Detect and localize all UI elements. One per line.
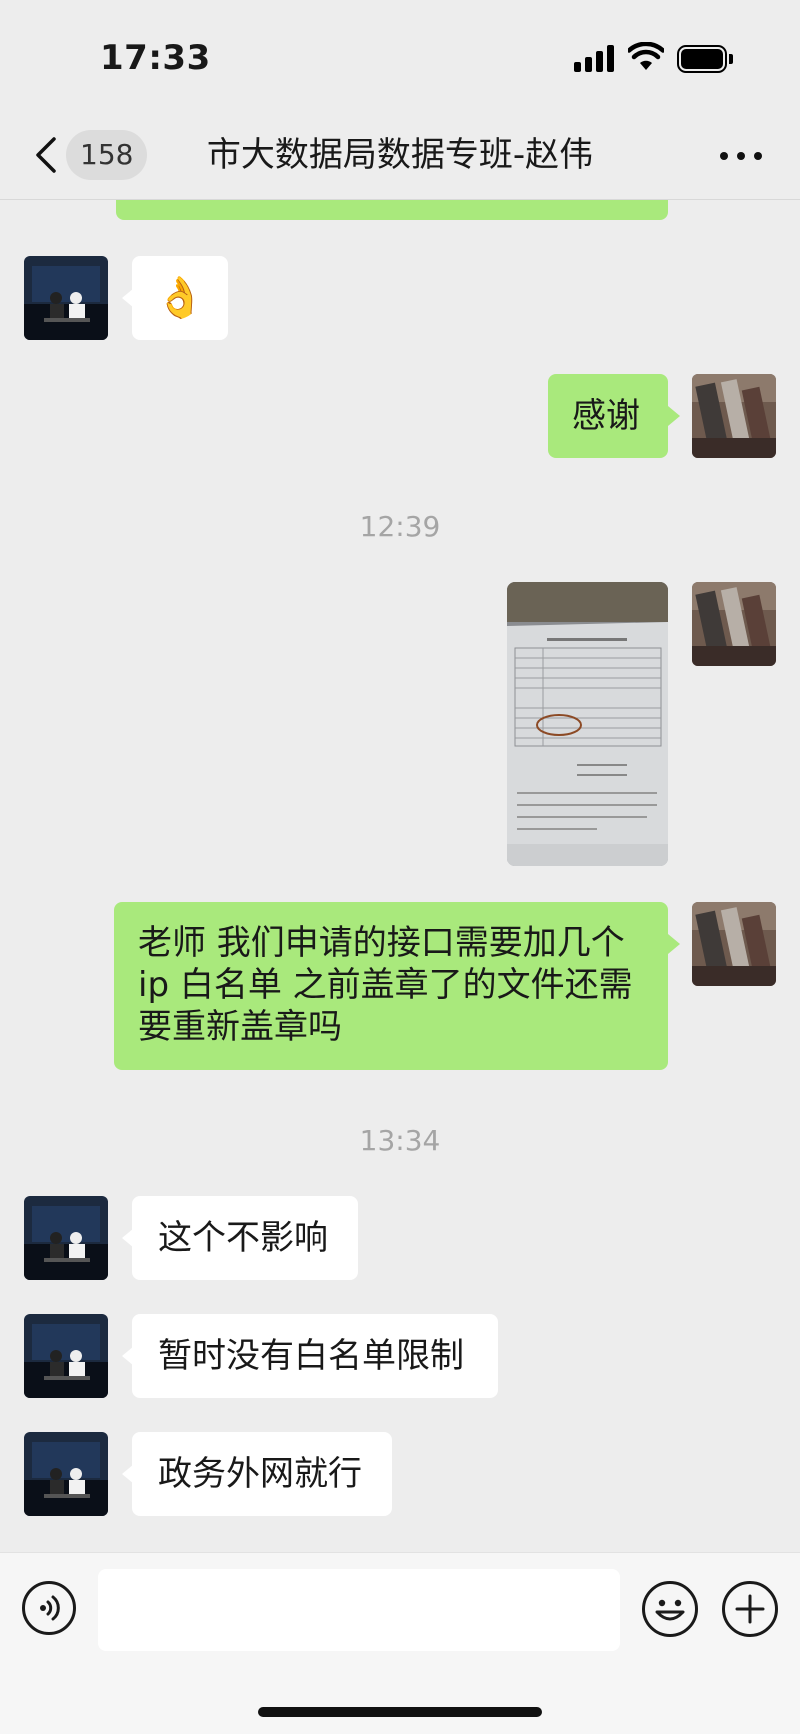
emoji-button[interactable]	[642, 1581, 698, 1637]
unread-count-badge[interactable]: 158	[66, 130, 148, 180]
plus-icon	[735, 1594, 765, 1624]
message-text: 政务外网就行	[158, 1454, 362, 1494]
status-bar: 17:33	[0, 0, 800, 110]
document-photo	[507, 582, 668, 866]
chat-message-list[interactable]: 👌 感谢 12:39 老师 我们申请的接口需要加几个ip 白名单 之前盖章了的文…	[0, 200, 800, 1552]
contact-avatar[interactable]	[24, 1196, 108, 1280]
contact-avatar[interactable]	[24, 1432, 108, 1516]
voice-input-button[interactable]	[22, 1581, 76, 1635]
status-time: 17:33	[100, 38, 211, 78]
more-options-icon[interactable]	[720, 152, 762, 162]
chat-header: 158 市大数据局数据专班-赵伟	[0, 110, 800, 200]
contact-avatar[interactable]	[24, 256, 108, 340]
message-text: 这个不影响	[158, 1218, 328, 1258]
message-bubble-outgoing[interactable]: 老师 我们申请的接口需要加几个ip 白名单 之前盖章了的文件还需要重新盖章吗	[114, 902, 668, 1070]
message-bubble-outgoing[interactable]: 感谢	[548, 374, 668, 458]
message-input[interactable]	[98, 1569, 620, 1651]
timestamp: 13:34	[359, 1124, 441, 1157]
message-bubble-partial[interactable]	[116, 200, 668, 220]
self-avatar[interactable]	[692, 902, 776, 986]
voice-icon	[40, 1595, 60, 1621]
message-image-document[interactable]	[507, 582, 668, 866]
timestamp: 12:39	[359, 510, 441, 543]
self-avatar[interactable]	[692, 582, 776, 666]
message-bubble-incoming[interactable]: 政务外网就行	[132, 1432, 392, 1516]
message-bubble-incoming[interactable]: 暂时没有白名单限制	[132, 1314, 498, 1398]
message-text: 感谢	[572, 396, 640, 436]
more-actions-button[interactable]	[722, 1581, 778, 1637]
battery-icon	[677, 45, 733, 73]
ok-hand-emoji: 👌	[155, 275, 205, 321]
message-bubble-incoming[interactable]: 这个不影响	[132, 1196, 358, 1280]
message-bubble-emoji[interactable]: 👌	[132, 256, 228, 340]
chat-title: 市大数据局数据专班-赵伟	[206, 135, 594, 175]
smiley-icon	[655, 1599, 685, 1621]
back-icon[interactable]	[32, 136, 60, 174]
home-indicator[interactable]	[258, 1707, 542, 1717]
self-avatar[interactable]	[692, 374, 776, 458]
contact-avatar[interactable]	[24, 1314, 108, 1398]
wifi-icon	[628, 42, 664, 70]
message-input-bar	[0, 1552, 800, 1734]
cellular-signal-icon	[574, 44, 616, 72]
message-text: 暂时没有白名单限制	[158, 1336, 464, 1376]
message-text: 老师 我们申请的接口需要加几个ip 白名单 之前盖章了的文件还需要重新盖章吗	[138, 923, 633, 1047]
